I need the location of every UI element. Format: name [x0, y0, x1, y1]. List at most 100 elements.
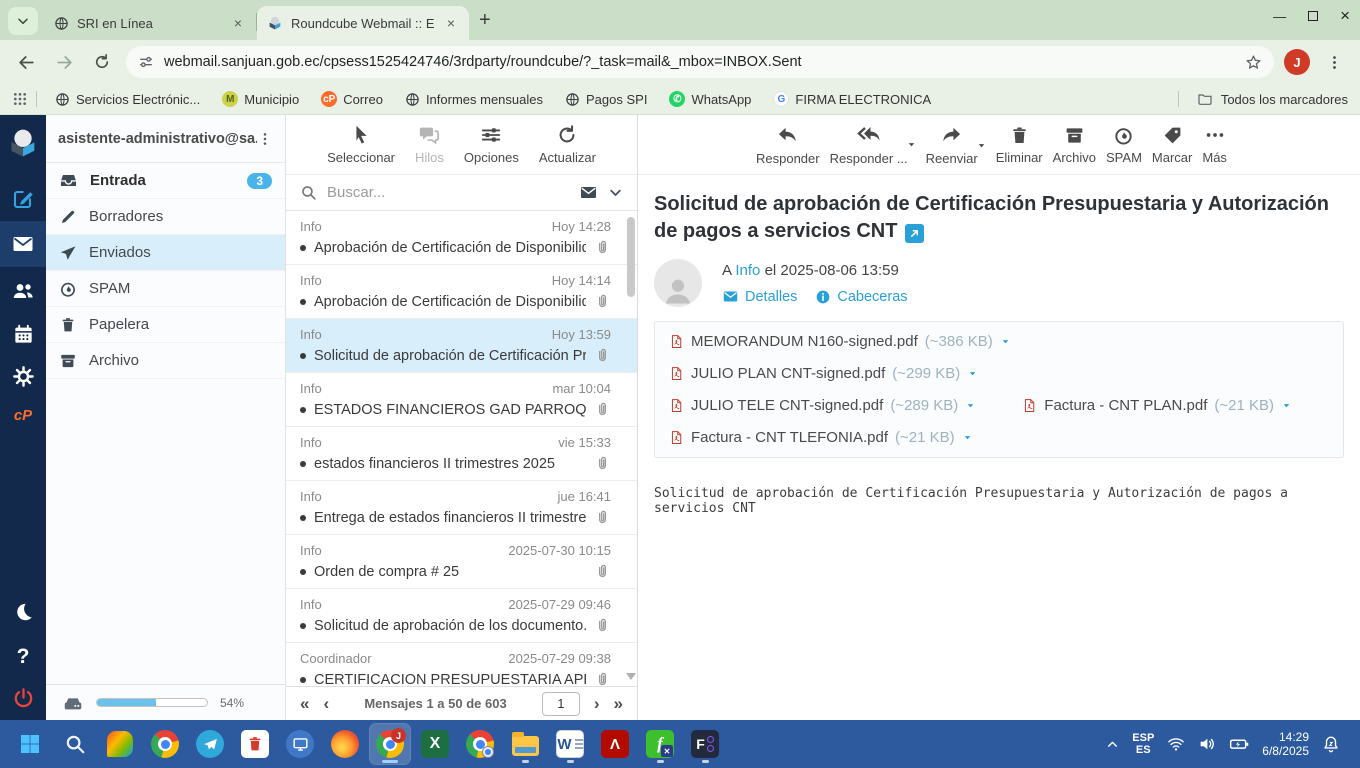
recipient-link[interactable]: Info: [735, 262, 760, 279]
scrollbar-down-arrow[interactable]: [626, 673, 636, 680]
tray-overflow-chevron-icon[interactable]: [1106, 738, 1119, 751]
prev-page-button[interactable]: ‹: [323, 694, 329, 714]
tab-search-button[interactable]: [8, 7, 38, 35]
refresh-button[interactable]: Actualizar: [539, 124, 596, 165]
attachment-menu-caret[interactable]: [962, 432, 973, 443]
search-options-chevron-icon[interactable]: [608, 185, 623, 200]
all-bookmarks-button[interactable]: Todos los marcadores: [1177, 91, 1348, 107]
search-input[interactable]: [327, 184, 569, 201]
roundcube-logo[interactable]: [0, 127, 46, 159]
account-menu-kebab-icon[interactable]: [257, 131, 273, 147]
list-item[interactable]: Info jue 16:41 Entrega de estados financi…: [286, 481, 637, 535]
next-page-button[interactable]: ›: [594, 694, 600, 714]
site-settings-icon[interactable]: [138, 54, 154, 70]
attachment-chip[interactable]: JULIO PLAN CNT-signed.pdf (~299 KB): [669, 364, 978, 383]
list-item[interactable]: Info Hoy 14:14 Aprobación de Certificació…: [286, 265, 637, 319]
spam-button[interactable]: SPAM: [1106, 125, 1142, 165]
tab-sri[interactable]: SRI en Línea ×: [44, 6, 256, 40]
bookmark-municipio[interactable]: M Municipio: [222, 91, 299, 107]
reply-button[interactable]: Responder: [756, 124, 820, 166]
close-window-button[interactable]: ×: [1340, 6, 1350, 26]
reload-button[interactable]: [88, 48, 116, 76]
taskbar-f-dark-app-icon[interactable]: F: [685, 724, 725, 764]
taskbar-acrobat-icon[interactable]: Λ: [595, 724, 635, 764]
folder-papelera[interactable]: Papelera: [46, 307, 285, 343]
attachment-menu-caret[interactable]: [967, 368, 978, 379]
attachment-chip[interactable]: Factura - CNT PLAN.pdf (~21 KB): [1022, 396, 1292, 415]
taskbar-word-icon[interactable]: W: [550, 724, 590, 764]
bookmark-whatsapp[interactable]: ✆ WhatsApp: [669, 91, 751, 107]
taskbar-telegram-icon[interactable]: [190, 724, 230, 764]
bookmark-correo[interactable]: cP Correo: [321, 91, 383, 107]
bookmark-pagos[interactable]: Pagos SPI: [565, 92, 647, 107]
notification-bell-icon[interactable]: [1322, 735, 1340, 753]
attachment-chip[interactable]: Factura - CNT TLEFONIA.pdf (~21 KB): [669, 428, 973, 447]
logout-power-icon[interactable]: [0, 687, 46, 710]
taskbar-finance-app-icon[interactable]: f ✕: [640, 724, 680, 764]
apps-grid-icon[interactable]: [12, 91, 28, 107]
contacts-nav-icon[interactable]: [0, 279, 46, 303]
folder-archivo[interactable]: Archivo: [46, 343, 285, 379]
scrollbar-thumb[interactable]: [627, 217, 635, 297]
minimize-button[interactable]: —: [1273, 9, 1286, 24]
list-item[interactable]: Info Hoy 14:28 Aprobación de Certificació…: [286, 211, 637, 265]
back-button[interactable]: [12, 48, 40, 76]
tab-roundcube[interactable]: Roundcube Webmail :: Enviados ×: [257, 6, 469, 40]
first-page-button[interactable]: «: [300, 694, 309, 714]
clock[interactable]: 14:29 6/8/2025: [1262, 730, 1309, 758]
help-icon[interactable]: ?: [0, 645, 46, 669]
archive-button[interactable]: Archivo: [1053, 125, 1096, 165]
mark-button[interactable]: Marcar: [1152, 125, 1192, 165]
start-button[interactable]: [10, 724, 50, 764]
reply-all-dropdown-caret[interactable]: [906, 139, 917, 150]
bookmark-firma[interactable]: G FIRMA ELECTRONICA: [773, 91, 931, 107]
cpanel-nav-icon[interactable]: cP: [0, 407, 46, 424]
battery-icon[interactable]: [1229, 734, 1249, 754]
list-item[interactable]: Info mar 10:04 ESTADOS FINANCIEROS GAD PA…: [286, 373, 637, 427]
reply-all-button[interactable]: Responder ...: [830, 123, 908, 166]
mail-nav-icon[interactable]: [0, 232, 46, 256]
taskbar-search-button[interactable]: [55, 724, 95, 764]
language-indicator[interactable]: ESP ES: [1132, 732, 1154, 756]
list-item[interactable]: Info 2025-07-29 09:46 Solicitud de aproba…: [286, 589, 637, 643]
new-tab-button[interactable]: +: [479, 9, 491, 32]
open-in-new-window-icon[interactable]: [905, 224, 925, 243]
taskbar-chrome-icon[interactable]: [145, 724, 185, 764]
forward-button[interactable]: Reenviar: [926, 124, 978, 166]
list-item-selected[interactable]: Info Hoy 13:59 Solicitud de aprobación de…: [286, 319, 637, 373]
headers-toggle[interactable]: Cabeceras: [815, 289, 908, 305]
attachment-menu-caret[interactable]: [1281, 400, 1292, 411]
folder-borradores[interactable]: Borradores: [46, 199, 285, 235]
attachment-chip[interactable]: MEMORANDUM N160-signed.pdf (~386 KB): [669, 332, 1011, 351]
taskbar-firefox-icon[interactable]: [325, 724, 365, 764]
attachment-chip[interactable]: JULIO TELE CNT-signed.pdf (~289 KB): [669, 396, 976, 415]
list-item[interactable]: Coordinador 2025-07-29 09:38 CERTIFICACIO…: [286, 643, 637, 686]
bookmark-informes[interactable]: Informes mensuales: [405, 92, 543, 107]
folder-spam[interactable]: SPAM: [46, 271, 285, 307]
folder-entrada[interactable]: Entrada 3: [46, 163, 285, 199]
browser-menu-button[interactable]: [1320, 48, 1348, 76]
taskbar-excel-icon[interactable]: X: [415, 724, 455, 764]
taskbar-recycle-icon[interactable]: [235, 724, 275, 764]
select-button[interactable]: Seleccionar: [327, 124, 395, 165]
taskbar-display-icon[interactable]: [280, 724, 320, 764]
forward-dropdown-caret[interactable]: [976, 140, 987, 151]
close-icon[interactable]: ×: [443, 15, 459, 31]
close-icon[interactable]: ×: [230, 15, 246, 31]
taskbar-explorer-icon[interactable]: [505, 724, 545, 764]
last-page-button[interactable]: »: [614, 694, 623, 714]
list-item[interactable]: Info 2025-07-30 10:15 Orden de compra # 2…: [286, 535, 637, 589]
taskbar-copilot-icon[interactable]: [100, 724, 140, 764]
dark-mode-moon-icon[interactable]: [0, 601, 46, 623]
attachment-menu-caret[interactable]: [1000, 336, 1011, 347]
calendar-nav-icon[interactable]: [0, 323, 46, 346]
options-button[interactable]: Opciones: [464, 124, 519, 165]
bookmark-star-icon[interactable]: [1245, 54, 1262, 71]
list-item[interactable]: Info vie 15:33 estados financieros II tri…: [286, 427, 637, 481]
taskbar-chrome-profile-icon[interactable]: J: [369, 723, 411, 765]
wifi-icon[interactable]: [1167, 735, 1185, 753]
page-number-input[interactable]: [541, 691, 580, 716]
address-bar[interactable]: webmail.sanjuan.gob.ec/cpsess1525424746/…: [126, 46, 1274, 78]
attachment-menu-caret[interactable]: [965, 400, 976, 411]
search-scope-envelope-icon[interactable]: [579, 183, 598, 202]
